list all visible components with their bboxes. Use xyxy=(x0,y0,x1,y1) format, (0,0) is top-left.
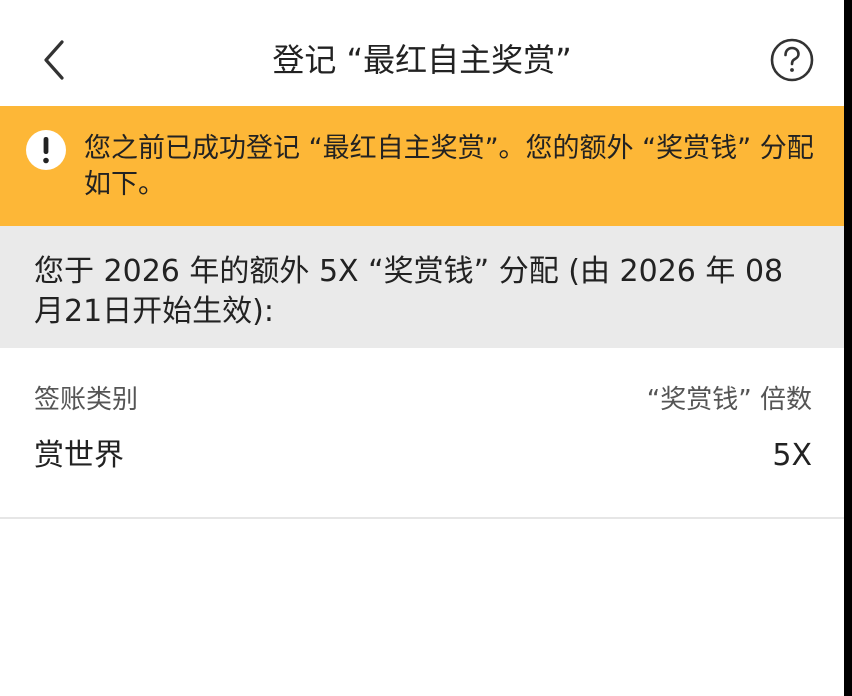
page-title: 登记 “最红自主奖赏” xyxy=(272,41,572,79)
exclamation-circle-icon xyxy=(24,128,68,172)
help-button[interactable] xyxy=(769,37,815,83)
notice-message: 您之前已成功登记 “最红自主奖赏”。您的额外 “奖赏钱” 分配如下。 xyxy=(84,133,814,200)
table-row-multiplier: 5X xyxy=(772,438,812,473)
table-row-category: 赏世界 xyxy=(34,438,124,473)
question-circle-icon xyxy=(770,38,814,82)
header-bar: 登记 “最红自主奖赏” xyxy=(0,0,844,106)
app-screen: 登记 “最红自主奖赏” 您之前已成功登记 “最红自主奖赏”。您的额外 “奖赏钱”… xyxy=(0,0,844,696)
category-column-header: 签账类别 xyxy=(34,385,139,415)
allocation-summary-text: 您于 2026 年的额外 5X “奖赏钱” 分配 (由 2026 年 08 月2… xyxy=(34,254,784,329)
multiplier-column-header: “奖赏钱” 倍数 xyxy=(646,385,812,415)
row-divider xyxy=(0,517,844,519)
